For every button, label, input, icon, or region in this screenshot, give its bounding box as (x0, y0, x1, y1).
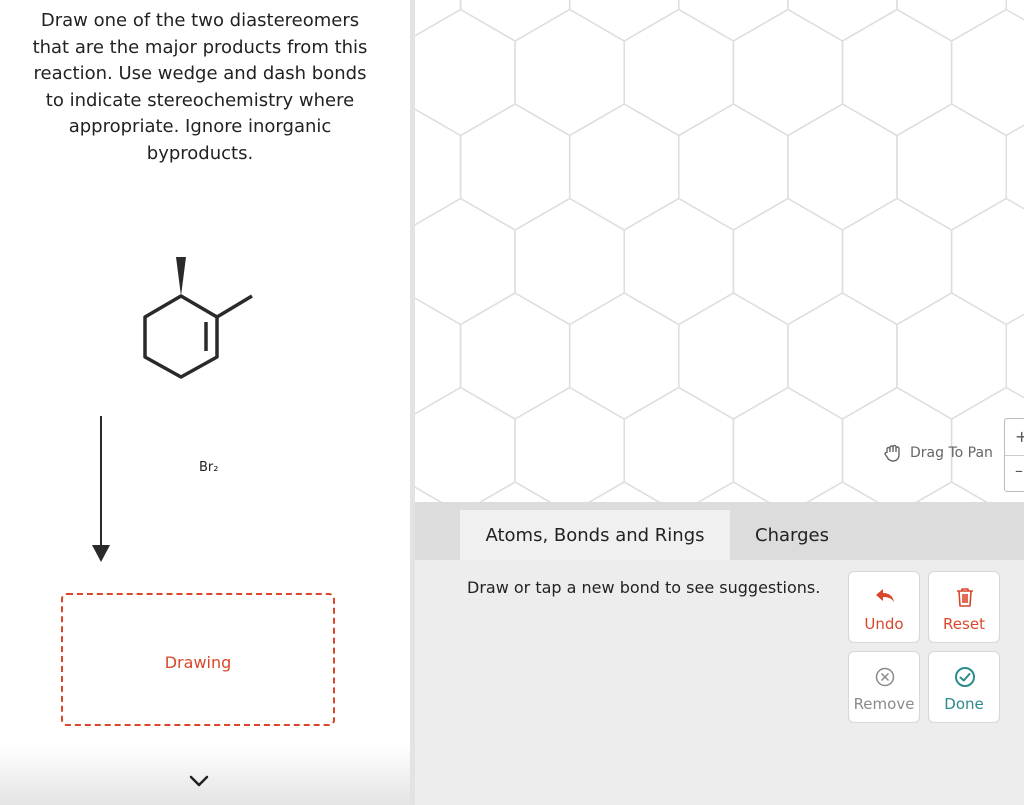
zoom-in-button[interactable]: + (1015, 427, 1024, 446)
hex-cell (896, 292, 1007, 420)
zoom-control[interactable]: + – (1004, 418, 1024, 492)
hex-cell (568, 292, 680, 420)
hex-cell (678, 0, 789, 42)
trash-icon (957, 588, 973, 607)
drag-to-pan-hint: Drag To Pan (882, 443, 993, 463)
hex-cell (514, 386, 625, 502)
reagent-label: Br₂ (199, 460, 219, 475)
hex-cell (896, 0, 1007, 42)
drawing-canvas[interactable]: Drag To Pan + – (415, 0, 1024, 502)
hex-cell (623, 197, 735, 326)
hex-cell (678, 103, 789, 231)
hex-cell (787, 103, 898, 231)
methyl-bond (216, 294, 253, 319)
hex-cell (514, 197, 625, 326)
hex-cell (415, 486, 443, 502)
hex-cell (787, 292, 898, 420)
tab-charges[interactable]: Charges (737, 510, 847, 560)
hex-cell (787, 0, 898, 42)
remove-label: Remove (853, 695, 915, 713)
hand-icon (884, 444, 900, 462)
hex-cell (732, 8, 844, 137)
undo-label: Undo (864, 615, 904, 633)
remove-circle-x-icon (875, 667, 895, 687)
hex-cell (732, 386, 844, 502)
undo-button[interactable]: Undo (848, 571, 920, 643)
undo-arrow-icon (876, 589, 894, 602)
reaction-arrow (92, 416, 110, 562)
answer-drawing-box[interactable]: Drawing (61, 593, 335, 726)
zoom-divider (1005, 455, 1024, 456)
reset-button[interactable]: Reset (928, 571, 1000, 643)
hex-cell (950, 8, 1024, 137)
drag-hint-label: Drag To Pan (910, 445, 993, 461)
remove-button[interactable]: Remove (848, 651, 920, 723)
wedge-bond (176, 257, 186, 296)
hex-cell (697, 481, 770, 502)
chevron-down-icon[interactable] (188, 770, 210, 792)
hex-cell (415, 197, 516, 326)
hex-cell (478, 481, 552, 502)
hex-cell (732, 197, 844, 326)
question-panel: Draw one of the two diastereomers that a… (0, 0, 410, 805)
suggestion-hint: Draw or tap a new bond to see suggestion… (467, 578, 821, 597)
hex-grid (415, 0, 1024, 502)
hex-cell (841, 197, 953, 326)
hex-cell (415, 8, 516, 137)
done-check-icon (955, 667, 975, 687)
hex-cell (806, 481, 879, 502)
reaction-scheme (92, 257, 253, 562)
hex-cell (459, 103, 571, 231)
done-label: Done (944, 695, 984, 713)
done-button[interactable]: Done (928, 651, 1000, 723)
reset-label: Reset (943, 615, 985, 633)
tools-panel: Draw or tap a new bond to see suggestion… (415, 560, 1024, 805)
hex-cell (459, 292, 571, 420)
hex-cell (915, 481, 988, 502)
hex-cell (623, 386, 735, 502)
starting-material-structure (143, 294, 253, 379)
hex-cell (514, 8, 625, 137)
hex-cell (415, 0, 462, 37)
hex-cell (459, 0, 571, 42)
tab-atoms-bonds-rings[interactable]: Atoms, Bonds and Rings (460, 510, 730, 560)
hex-cell (841, 8, 953, 137)
drawing-label: Drawing (164, 653, 232, 672)
hex-cell (588, 481, 661, 502)
hex-cell (623, 8, 735, 137)
zoom-out-button[interactable]: – (1015, 461, 1023, 480)
hex-cell (896, 103, 1007, 231)
tool-tabs: Atoms, Bonds and Rings Charges (415, 502, 1024, 560)
hex-cell (950, 197, 1024, 326)
hex-cell (678, 292, 789, 420)
hex-cell (568, 103, 680, 231)
hex-cell (568, 0, 680, 42)
hex-cell (415, 386, 516, 502)
